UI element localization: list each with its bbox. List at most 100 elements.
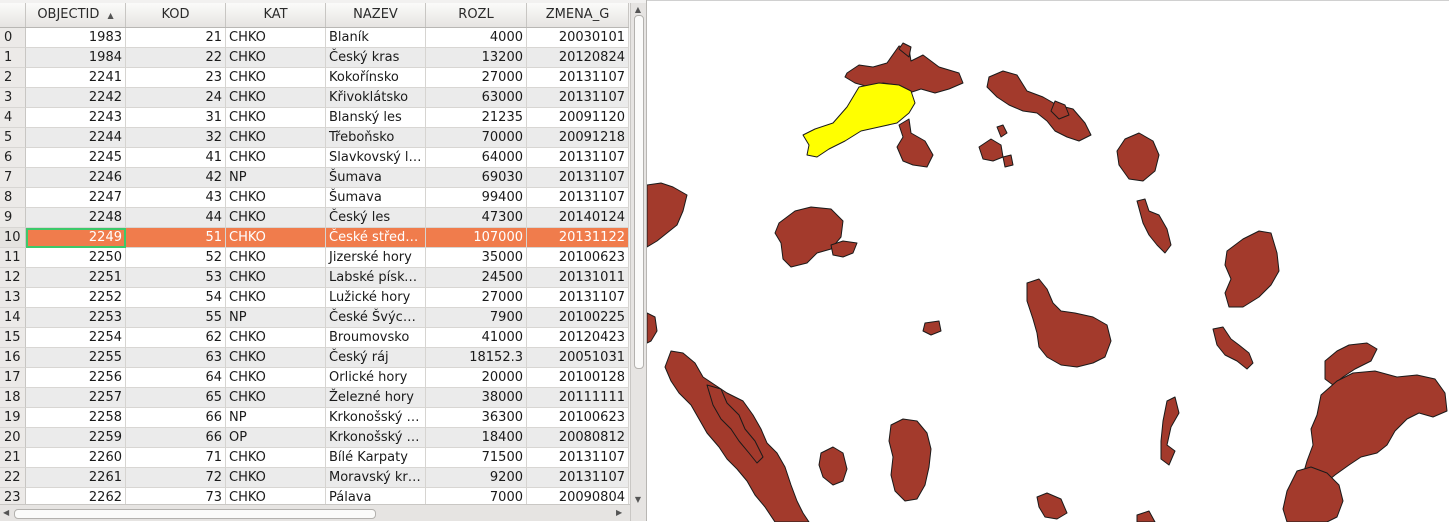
map-feature[interactable] (978, 138, 1004, 162)
cell-objectid[interactable]: 2252 (26, 288, 126, 308)
cell-objectid[interactable]: 2259 (26, 428, 126, 448)
cell-nazev[interactable]: Třeboňsko (326, 128, 426, 148)
table-row[interactable]: 9 2248 44 CHKO Český les 47300 20140124 (0, 208, 629, 228)
cell-kat[interactable]: CHKO (226, 108, 326, 128)
cell-rozl[interactable]: 107000 (426, 228, 527, 248)
cell-zmena-g[interactable]: 20131107 (527, 68, 629, 88)
table-row[interactable]: 18 2257 65 CHKO Železné hory 38000 20111111 (0, 388, 629, 408)
cell-rozl[interactable]: 64000 (426, 148, 527, 168)
column-header-zmena-g[interactable]: ZMENA_G (527, 3, 629, 27)
cell-kat[interactable]: CHKO (226, 288, 326, 308)
cell-kod[interactable]: 41 (126, 148, 226, 168)
table-row[interactable]: 19225866NPKrkonošský národní park3630020… (0, 408, 629, 428)
cell-nazev[interactable]: Slavkovský les (326, 148, 426, 168)
cell-kod[interactable]: 54 (126, 288, 226, 308)
cell-rozl[interactable]: 71500 (426, 448, 527, 468)
column-header-objectid[interactable]: OBJECTID ▲ (26, 3, 126, 27)
table-row[interactable]: 4 2243 31 CHKO Blanský les 21235 20091120 (0, 108, 629, 128)
row-number[interactable]: 1 (0, 48, 26, 68)
cell-rozl[interactable]: 27000 (426, 288, 527, 308)
cell-nazev[interactable]: Orlické hory (326, 368, 426, 388)
cell-kat[interactable]: NP (226, 168, 326, 188)
cell-kat[interactable]: CHKO (226, 128, 326, 148)
scroll-down-icon[interactable]: ▼ (633, 495, 643, 504)
row-number[interactable]: 10 (0, 228, 26, 248)
map-feature[interactable] (1002, 154, 1014, 168)
cell-objectid[interactable]: 2257 (26, 388, 126, 408)
cell-zmena-g[interactable]: 20131107 (527, 288, 629, 308)
row-number[interactable]: 3 (0, 88, 26, 108)
cell-kat[interactable]: NP (226, 408, 326, 428)
cell-zmena-g[interactable]: 20100623 (527, 248, 629, 268)
table-row[interactable]: 3 2242 24 CHKO Křivoklátsko 63000 20131107 (0, 88, 629, 108)
map-canvas[interactable] (647, 0, 1449, 522)
map-feature[interactable] (1302, 370, 1448, 488)
cell-nazev[interactable]: Blanský les (326, 108, 426, 128)
row-number[interactable]: 20 (0, 428, 26, 448)
table-row[interactable]: 2 2241 23 CHKO Kokořínsko 27000 20131107 (0, 68, 629, 88)
cell-kod[interactable]: 32 (126, 128, 226, 148)
cell-rozl[interactable]: 36300 (426, 408, 527, 428)
cell-kat[interactable]: CHKO (226, 48, 326, 68)
map-feature[interactable] (1212, 326, 1254, 370)
scroll-up-icon[interactable]: ▲ (633, 5, 643, 14)
cell-objectid[interactable]: 2261 (26, 468, 126, 488)
row-number[interactable]: 15 (0, 328, 26, 348)
map-feature[interactable] (896, 118, 934, 168)
cell-kat[interactable]: CHKO (226, 328, 326, 348)
cell-zmena-g[interactable]: 20131122 (527, 228, 629, 248)
cell-nazev[interactable]: Moravský kras (326, 468, 426, 488)
cell-nazev[interactable]: Šumava (326, 188, 426, 208)
cell-nazev[interactable]: Lužické hory (326, 288, 426, 308)
cell-rozl[interactable]: 4000 (426, 28, 527, 48)
cell-rozl[interactable]: 13200 (426, 48, 527, 68)
cell-kat[interactable]: CHKO (226, 208, 326, 228)
row-number[interactable]: 11 (0, 248, 26, 268)
map-feature[interactable] (774, 206, 844, 268)
cell-kat[interactable]: OP (226, 428, 326, 448)
cell-kod[interactable]: 63 (126, 348, 226, 368)
cell-objectid[interactable]: 2256 (26, 368, 126, 388)
scroll-left-icon[interactable]: ◀ (3, 508, 9, 517)
vertical-scrollbar[interactable]: ▲ ▼ (630, 3, 646, 521)
row-number[interactable]: 22 (0, 468, 26, 488)
cell-rozl[interactable]: 18152.3 (426, 348, 527, 368)
cell-rozl[interactable]: 9200 (426, 468, 527, 488)
map-feature[interactable] (1116, 132, 1160, 182)
cell-rozl[interactable]: 41000 (426, 328, 527, 348)
cell-objectid-focused[interactable]: 2249 (26, 228, 126, 248)
cell-kod[interactable]: 44 (126, 208, 226, 228)
row-number[interactable]: 4 (0, 108, 26, 128)
cell-zmena-g[interactable]: 20051031 (527, 348, 629, 368)
scroll-right-icon[interactable]: ▶ (616, 508, 622, 517)
cell-kod[interactable]: 23 (126, 68, 226, 88)
cell-kod[interactable]: 53 (126, 268, 226, 288)
row-number[interactable]: 8 (0, 188, 26, 208)
column-header-kod[interactable]: KOD (126, 3, 226, 27)
cell-nazev[interactable]: Železné hory (326, 388, 426, 408)
table-row[interactable]: 20225966OPKrkonošský národní park1840020… (0, 428, 629, 448)
cell-objectid[interactable]: 2260 (26, 448, 126, 468)
cell-zmena-g[interactable]: 20100225 (527, 308, 629, 328)
cell-rozl[interactable]: 18400 (426, 428, 527, 448)
cell-nazev[interactable]: Jizerské hory (326, 248, 426, 268)
cell-kod[interactable]: 65 (126, 388, 226, 408)
cell-objectid[interactable]: 2243 (26, 108, 126, 128)
table-row[interactable]: 16 2255 63 CHKO Český ráj 18152.3 20051031 (0, 348, 629, 368)
cell-kat[interactable]: CHKO (226, 448, 326, 468)
cell-objectid[interactable]: 1983 (26, 28, 126, 48)
cell-objectid[interactable]: 2255 (26, 348, 126, 368)
cell-nazev[interactable]: Český les (326, 208, 426, 228)
table-row[interactable]: 15 2254 62 CHKO Broumovsko 41000 20120423 (0, 328, 629, 348)
cell-nazev[interactable]: Český ráj (326, 348, 426, 368)
column-header-rozl[interactable]: ROZL (426, 3, 527, 27)
cell-objectid[interactable]: 2258 (26, 408, 126, 428)
cell-zmena-g[interactable]: 20091218 (527, 128, 629, 148)
table-row[interactable]: 17 2256 64 CHKO Orlické hory 20000 20100128 (0, 368, 629, 388)
cell-nazev[interactable]: Krkonošský národní park (326, 408, 426, 428)
cell-rozl[interactable]: 20000 (426, 368, 527, 388)
row-number[interactable]: 13 (0, 288, 26, 308)
cell-kat[interactable]: CHKO (226, 268, 326, 288)
cell-zmena-g[interactable]: 20091120 (527, 108, 629, 128)
cell-kat[interactable]: CHKO (226, 468, 326, 488)
